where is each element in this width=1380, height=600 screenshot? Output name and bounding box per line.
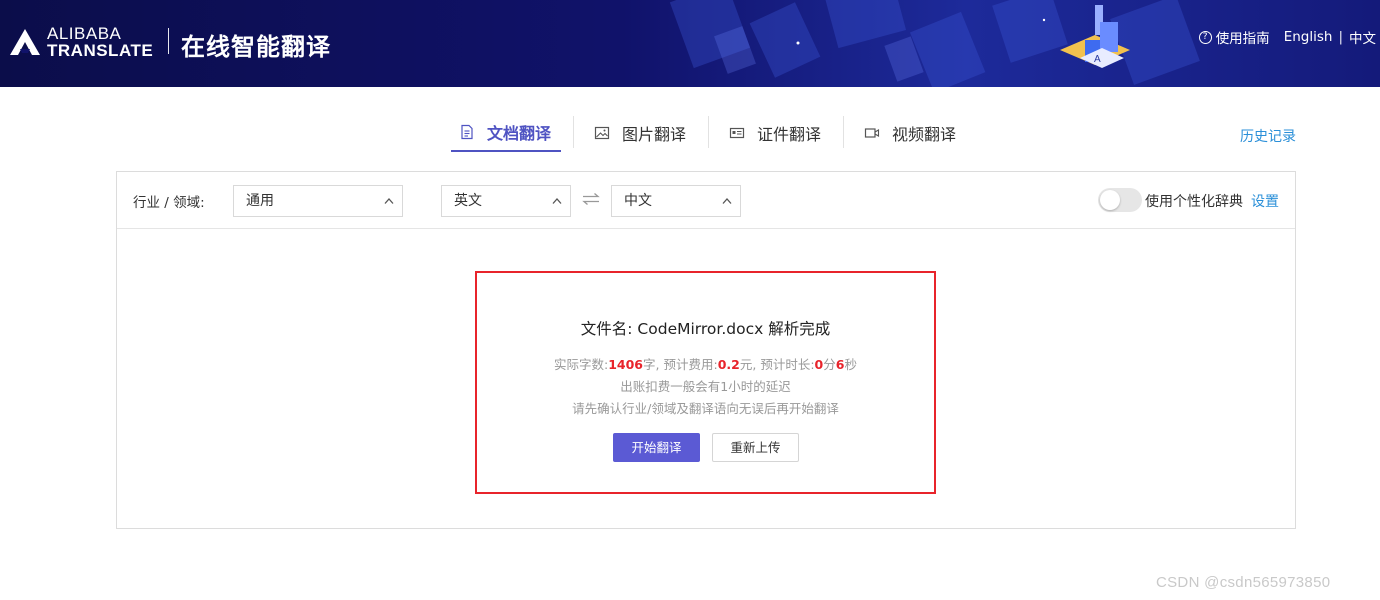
chevron-up-icon bbox=[384, 198, 394, 204]
tab-image-translation[interactable]: 图片翻译 bbox=[586, 114, 696, 152]
source-language-select[interactable]: 英文 bbox=[441, 185, 571, 217]
time-min-value: 0 bbox=[814, 357, 824, 372]
image-icon bbox=[594, 126, 610, 140]
chars-label: 实际字数: bbox=[554, 357, 609, 372]
tab-label: 图片翻译 bbox=[622, 125, 687, 144]
chevron-up-icon bbox=[722, 198, 732, 204]
tab-id-translation[interactable]: 证件翻译 bbox=[721, 114, 831, 152]
lang-chinese-link[interactable]: 中文 bbox=[1349, 27, 1376, 47]
industry-select[interactable]: 通用 bbox=[233, 185, 403, 217]
industry-select-value: 通用 bbox=[246, 193, 274, 209]
time-label: 预计时长: bbox=[760, 357, 815, 372]
tab-divider bbox=[573, 116, 575, 148]
cost-value: 0.2 bbox=[717, 357, 740, 372]
tab-label: 证件翻译 bbox=[757, 125, 822, 144]
personal-dictionary-toggle[interactable] bbox=[1098, 188, 1142, 212]
time-sec-unit: 秒 bbox=[844, 357, 857, 372]
reupload-button[interactable]: 重新上传 bbox=[712, 433, 799, 462]
confirm-settings-note: 请先确认行业/领域及翻译语向无误后再开始翻译 bbox=[572, 401, 839, 416]
chars-unit: 字, bbox=[643, 357, 660, 372]
tab-divider bbox=[708, 116, 710, 148]
start-translation-button[interactable]: 开始翻译 bbox=[613, 433, 700, 462]
industry-label: 行业 / 领域: bbox=[133, 195, 205, 211]
header-decoration-illustration: A bbox=[669, 0, 1200, 87]
translation-panel: 行业 / 领域: 通用 英文 中文 使用个性化辞典 设置 文件名: CodeMi… bbox=[116, 171, 1296, 529]
top-header: A ALIBABA TRANSLATE 在线智能翻译 ? 使用指南 Englis… bbox=[0, 0, 1380, 87]
document-icon bbox=[461, 124, 473, 140]
lang-separator: | bbox=[1338, 29, 1343, 45]
dictionary-settings-link[interactable]: 设置 bbox=[1251, 191, 1279, 211]
time-min-unit: 分 bbox=[823, 357, 836, 372]
file-name: CodeMirror.docx bbox=[637, 320, 764, 338]
parse-result-box: 文件名: CodeMirror.docx 解析完成 实际字数:1406字, 预计… bbox=[475, 271, 936, 494]
svg-text:A: A bbox=[1094, 54, 1101, 65]
cost-unit: 元, bbox=[739, 357, 757, 372]
chevron-up-icon bbox=[552, 198, 562, 204]
tab-document-translation[interactable]: 文档翻译 bbox=[451, 114, 562, 152]
lang-english-link[interactable]: English bbox=[1284, 29, 1333, 45]
question-circle-icon[interactable]: ? bbox=[1198, 30, 1212, 44]
file-suffix: 解析完成 bbox=[763, 320, 831, 338]
history-link[interactable]: 历史记录 bbox=[1240, 126, 1296, 146]
target-language-select[interactable]: 中文 bbox=[611, 185, 741, 217]
site-title: 在线智能翻译 bbox=[181, 33, 331, 61]
logo-text-translate: TRANSLATE bbox=[47, 41, 154, 60]
alibaba-a-icon bbox=[10, 29, 40, 55]
video-icon bbox=[864, 128, 880, 138]
guide-link[interactable]: 使用指南 bbox=[1216, 27, 1270, 47]
target-language-value: 中文 bbox=[624, 193, 652, 209]
swap-languages-icon[interactable] bbox=[582, 192, 600, 206]
tab-divider bbox=[843, 116, 845, 148]
cost-label: 预计费用: bbox=[663, 357, 718, 372]
billing-delay-note: 出账扣费一般会有1小时的延迟 bbox=[620, 379, 791, 394]
chars-value: 1406 bbox=[608, 357, 644, 372]
tab-label: 文档翻译 bbox=[487, 124, 552, 143]
options-toolbar: 行业 / 领域: 通用 英文 中文 使用个性化辞典 设置 bbox=[117, 172, 1295, 229]
id-card-icon bbox=[729, 127, 745, 139]
header-links: ? 使用指南 English | 中文 bbox=[1198, 27, 1376, 47]
file-status-line: 文件名: CodeMirror.docx 解析完成 bbox=[477, 317, 934, 339]
personal-dictionary-label: 使用个性化辞典 bbox=[1145, 194, 1243, 210]
toggle-knob bbox=[1100, 190, 1120, 210]
translation-type-tabs: 文档翻译 图片翻译 证件翻译 视频翻译 bbox=[451, 114, 966, 154]
tab-video-translation[interactable]: 视频翻译 bbox=[856, 114, 966, 152]
logo-divider bbox=[168, 28, 169, 54]
estimate-stats: 实际字数:1406字, 预计费用:0.2元, 预计时长:0分6秒 bbox=[477, 354, 934, 373]
watermark-text: CSDN @csdn565973850 bbox=[1156, 574, 1331, 591]
file-prefix: 文件名: bbox=[580, 320, 638, 338]
source-language-value: 英文 bbox=[454, 193, 482, 209]
tab-label: 视频翻译 bbox=[892, 125, 957, 144]
